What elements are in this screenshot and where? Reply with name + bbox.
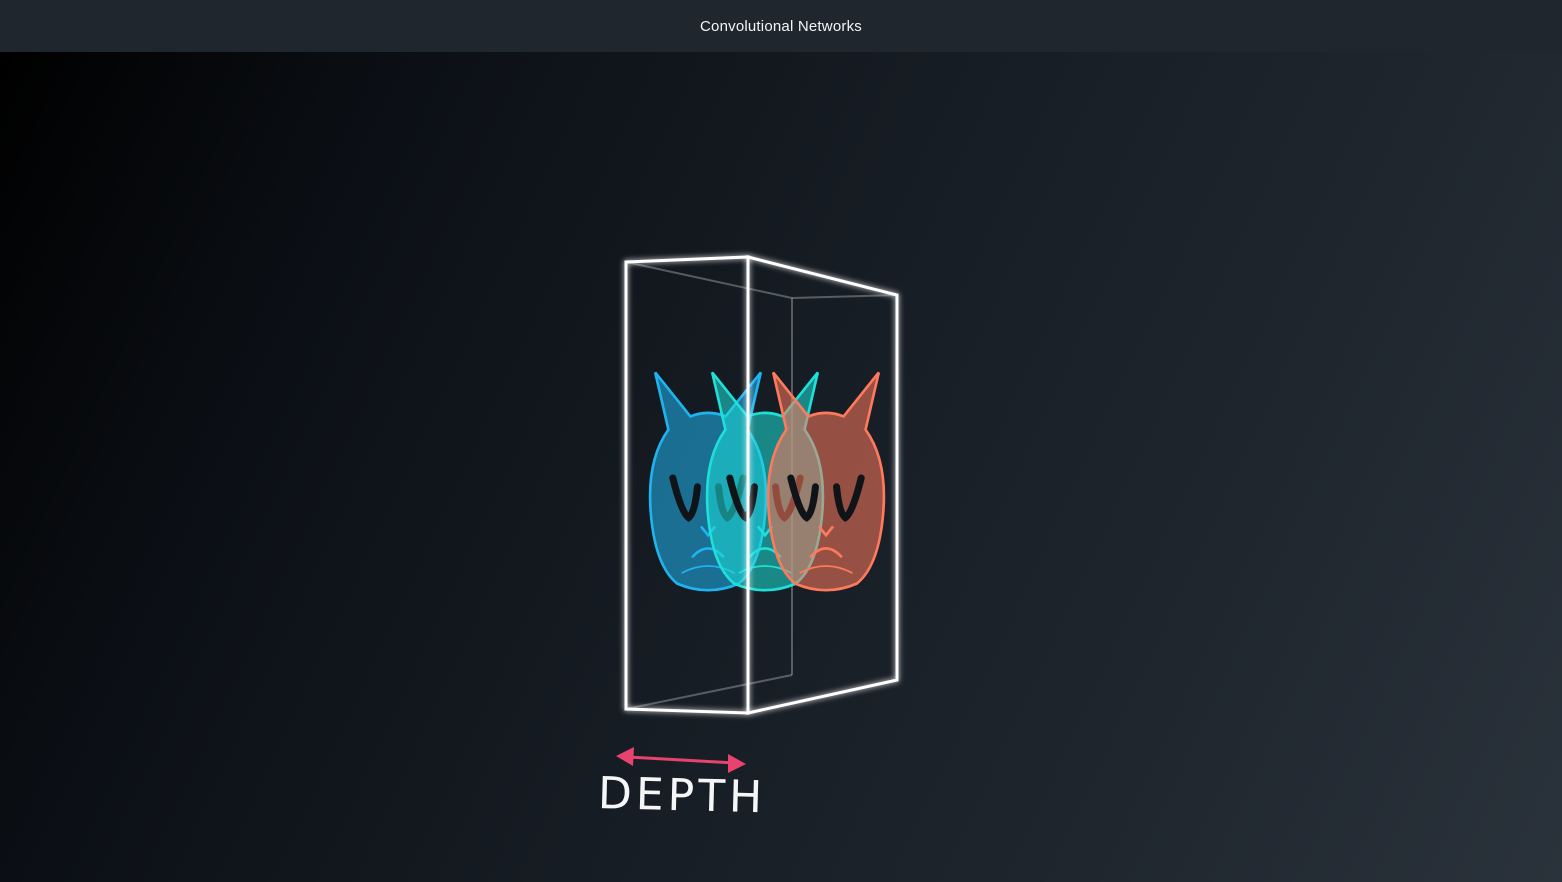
video-frame[interactable]: DEPTH [0,52,1562,882]
depth-label: DEPTH [597,768,767,824]
cat-face-icon [768,372,884,590]
page-title: Convolutional Networks [700,17,862,35]
depth-illustration [616,255,899,773]
top-bar: Convolutional Networks [0,0,1562,53]
